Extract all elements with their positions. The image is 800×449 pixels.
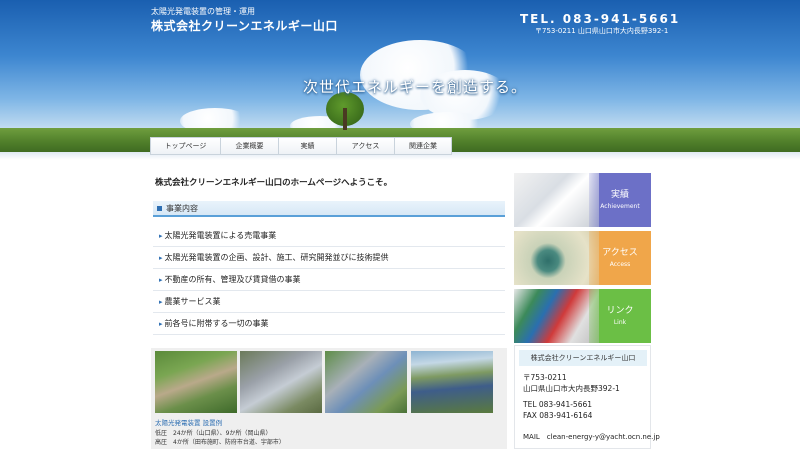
contact-address: 山口県山口市大内長野392-1 [523,384,620,393]
list-item: ▸ 不動産の所有、管理及び賃貸借の事業 [153,269,505,291]
arrow-right-icon: ▸ [159,297,163,306]
arrow-right-icon: ▸ [159,319,163,328]
banner-label: アクセス Access [589,231,651,285]
banner-subtitle: Link [613,319,627,326]
banner-subtitle: Achievement [600,203,640,210]
list-item: ▸ 太陽光発電装置の企画、設計、施工、研究開発並びに技術提供 [153,247,505,269]
section-title: 事業内容 [166,203,198,213]
list-item: ▸ 農業サービス業 [153,291,505,313]
arrow-right-icon: ▸ [159,275,163,284]
business-text: 不動産の所有、管理及び賃貸借の事業 [164,275,301,284]
banner-subtitle: Access [609,261,631,268]
contact-mail[interactable]: MAIL clean-energy-y@yacht.ocn.ne.jp [523,432,660,442]
header-subtitle: 太陽光発電装置の管理・運用 [151,7,255,16]
list-item: ▸ 前各号に附帯する一切の事業 [153,313,505,335]
contact-fax: FAX 083-941-6164 [523,411,593,420]
contact-title: 株式会社クリーンエネルギー山口 [519,350,647,366]
solar-installations-box: 太陽光発電装置 設置例 低圧 24か所（山口県）、9か所（岡山県） 高圧 4か所… [151,348,507,449]
solar-photo[interactable] [155,351,237,413]
welcome-heading: 株式会社クリーンエネルギー山口のホームページへようこそ。 [155,178,393,188]
nav-item-access[interactable]: アクセス [336,137,394,155]
header-phone: TEL. 083-941-5661 [520,12,681,26]
banner-title: 実績 [610,190,629,200]
main-nav: トップページ 企業概要 実績 アクセス 関連企業 [150,137,452,155]
solar-photo[interactable] [411,351,493,413]
business-list: ▸ 太陽光発電装置による売電事業 ▸ 太陽光発電装置の企画、設計、施工、研究開発… [153,225,505,335]
compass-map-image [514,231,599,285]
hero-tagline: 次世代エネルギーを創造する。 [303,78,528,96]
business-text: 太陽光発電装置の企画、設計、施工、研究開発並びに技術提供 [164,253,389,262]
banner-title: リンク [606,306,634,316]
banner-access[interactable]: アクセス Access [514,231,651,285]
nav-item-related[interactable]: 関連企業 [394,137,452,155]
blueprint-image [514,173,599,227]
solar-photo[interactable] [240,351,322,413]
solar-photo[interactable] [325,351,407,413]
photo-detail-line: 低圧 24か所（山口県）、9か所（岡山県） [155,430,272,437]
nav-item-achievement[interactable]: 実績 [278,137,336,155]
header-address: 〒753-0211 山口県山口市大内長野392-1 [535,27,669,35]
contact-zip: 〒753-0211 [523,373,567,382]
photo-detail-line: 高圧 4か所（田布施町、防府市台道、宇部市） [155,439,285,446]
section-header: 事業内容 [153,201,505,217]
business-text: 農業サービス業 [164,297,221,306]
arrow-right-icon: ▸ [159,231,163,240]
contact-tel: TEL 083-941-5661 [523,400,593,409]
banner-link[interactable]: リンク Link [514,289,651,343]
banner-achievement[interactable]: 実績 Achievement [514,173,651,227]
arrow-right-icon: ▸ [159,253,163,262]
banner-label: 実績 Achievement [589,173,651,227]
business-text: 太陽光発電装置による売電事業 [164,231,277,240]
company-logo-text[interactable]: 株式会社クリーンエネルギー山口 [151,17,338,34]
square-bullet-icon [157,205,162,211]
clips-image [514,289,599,343]
list-item: ▸ 太陽光発電装置による売電事業 [153,225,505,247]
nav-item-top[interactable]: トップページ [150,137,220,155]
business-text: 前各号に附帯する一切の事業 [164,319,269,328]
banner-title: アクセス [602,248,638,258]
nav-item-company[interactable]: 企業概要 [220,137,278,155]
tree-trunk [343,108,347,130]
contact-box: 株式会社クリーンエネルギー山口 〒753-0211 山口県山口市大内長野392-… [514,345,660,449]
banner-label: リンク Link [589,289,651,343]
photo-caption: 太陽光発電装置 設置例 [155,419,223,427]
